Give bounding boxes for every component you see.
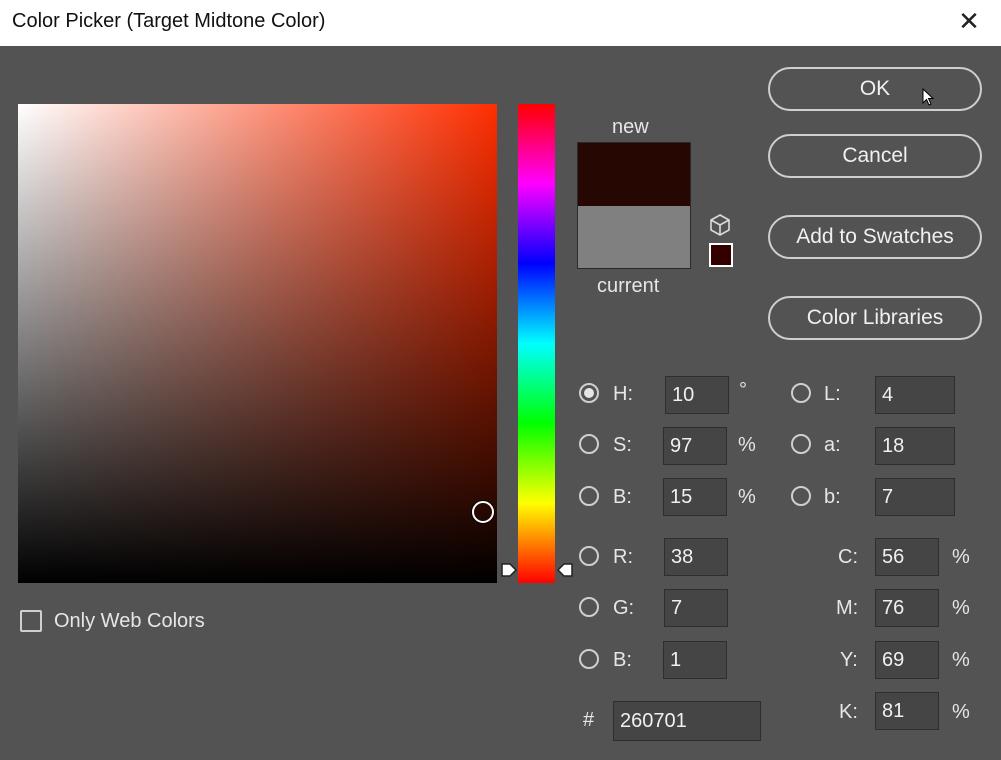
new-label: new [612,116,649,138]
red-input[interactable]: 38 [664,538,728,576]
current-label: current [597,275,660,297]
ok-button[interactable]: OK [768,67,982,111]
brightness-input[interactable]: 15 [663,478,727,516]
title-bar: Color Picker (Target Midtone Color) ✕ [0,0,1001,46]
red-radio[interactable] [579,546,599,566]
cyan-unit: % [952,546,970,568]
lab-a-radio[interactable] [791,434,811,454]
close-icon[interactable]: ✕ [955,7,983,35]
hue-slider-right-handle[interactable] [556,561,574,579]
color-field-marker[interactable] [472,501,494,523]
lab-a-label: a: [824,434,841,456]
green-label: G: [613,597,635,619]
only-web-colors-checkbox[interactable] [20,610,42,632]
magenta-unit: % [952,597,970,619]
brightness-radio[interactable] [579,486,599,506]
out-of-gamut-cube-icon[interactable] [708,213,732,237]
hue-slider[interactable] [518,104,555,583]
mouse-cursor-icon [922,88,935,106]
color-field[interactable] [18,104,497,583]
brightness-label: B: [613,486,632,508]
lab-b-input[interactable]: 7 [875,478,955,516]
hex-input[interactable]: 260701 [613,701,761,741]
new-color-swatch [577,142,691,207]
lab-a-input[interactable]: 18 [875,427,955,465]
lab-b-radio[interactable] [791,486,811,506]
hue-input[interactable]: 10 [665,376,729,414]
yellow-unit: % [952,649,970,671]
brightness-unit: % [738,486,756,508]
cyan-label: C: [838,546,858,568]
black-input[interactable]: 81 [875,692,939,730]
cyan-input[interactable]: 56 [875,538,939,576]
lab-l-radio[interactable] [791,383,811,403]
hue-label: H: [613,383,633,405]
color-libraries-button[interactable]: Color Libraries [768,296,982,340]
saturation-label: S: [613,434,632,456]
lab-b-label: b: [824,486,841,508]
window-title: Color Picker (Target Midtone Color) [12,10,326,32]
blue-radio[interactable] [579,649,599,669]
only-web-colors-label: Only Web Colors [54,610,205,632]
lab-l-input[interactable]: 4 [875,376,955,414]
hue-slider-left-handle[interactable] [500,561,518,579]
blue-label: B: [613,649,632,671]
web-safe-swatch-icon[interactable] [709,243,733,267]
cancel-button[interactable]: Cancel [768,134,982,178]
green-input[interactable]: 7 [664,589,728,627]
saturation-input[interactable]: 97 [663,427,727,465]
red-label: R: [613,546,633,568]
add-to-swatches-button[interactable]: Add to Swatches [768,215,982,259]
hue-radio[interactable] [579,383,599,403]
hex-label: # [583,709,595,731]
black-label: K: [839,701,858,723]
lab-l-label: L: [824,383,841,405]
black-unit: % [952,701,970,723]
current-color-swatch[interactable] [577,206,691,269]
yellow-input[interactable]: 69 [875,641,939,679]
blue-input[interactable]: 1 [663,641,727,679]
green-radio[interactable] [579,597,599,617]
magenta-label: M: [836,597,859,619]
saturation-radio[interactable] [579,434,599,454]
magenta-input[interactable]: 76 [875,589,939,627]
saturation-unit: % [738,434,756,456]
hue-unit: ° [739,379,747,401]
yellow-label: Y: [840,649,858,671]
